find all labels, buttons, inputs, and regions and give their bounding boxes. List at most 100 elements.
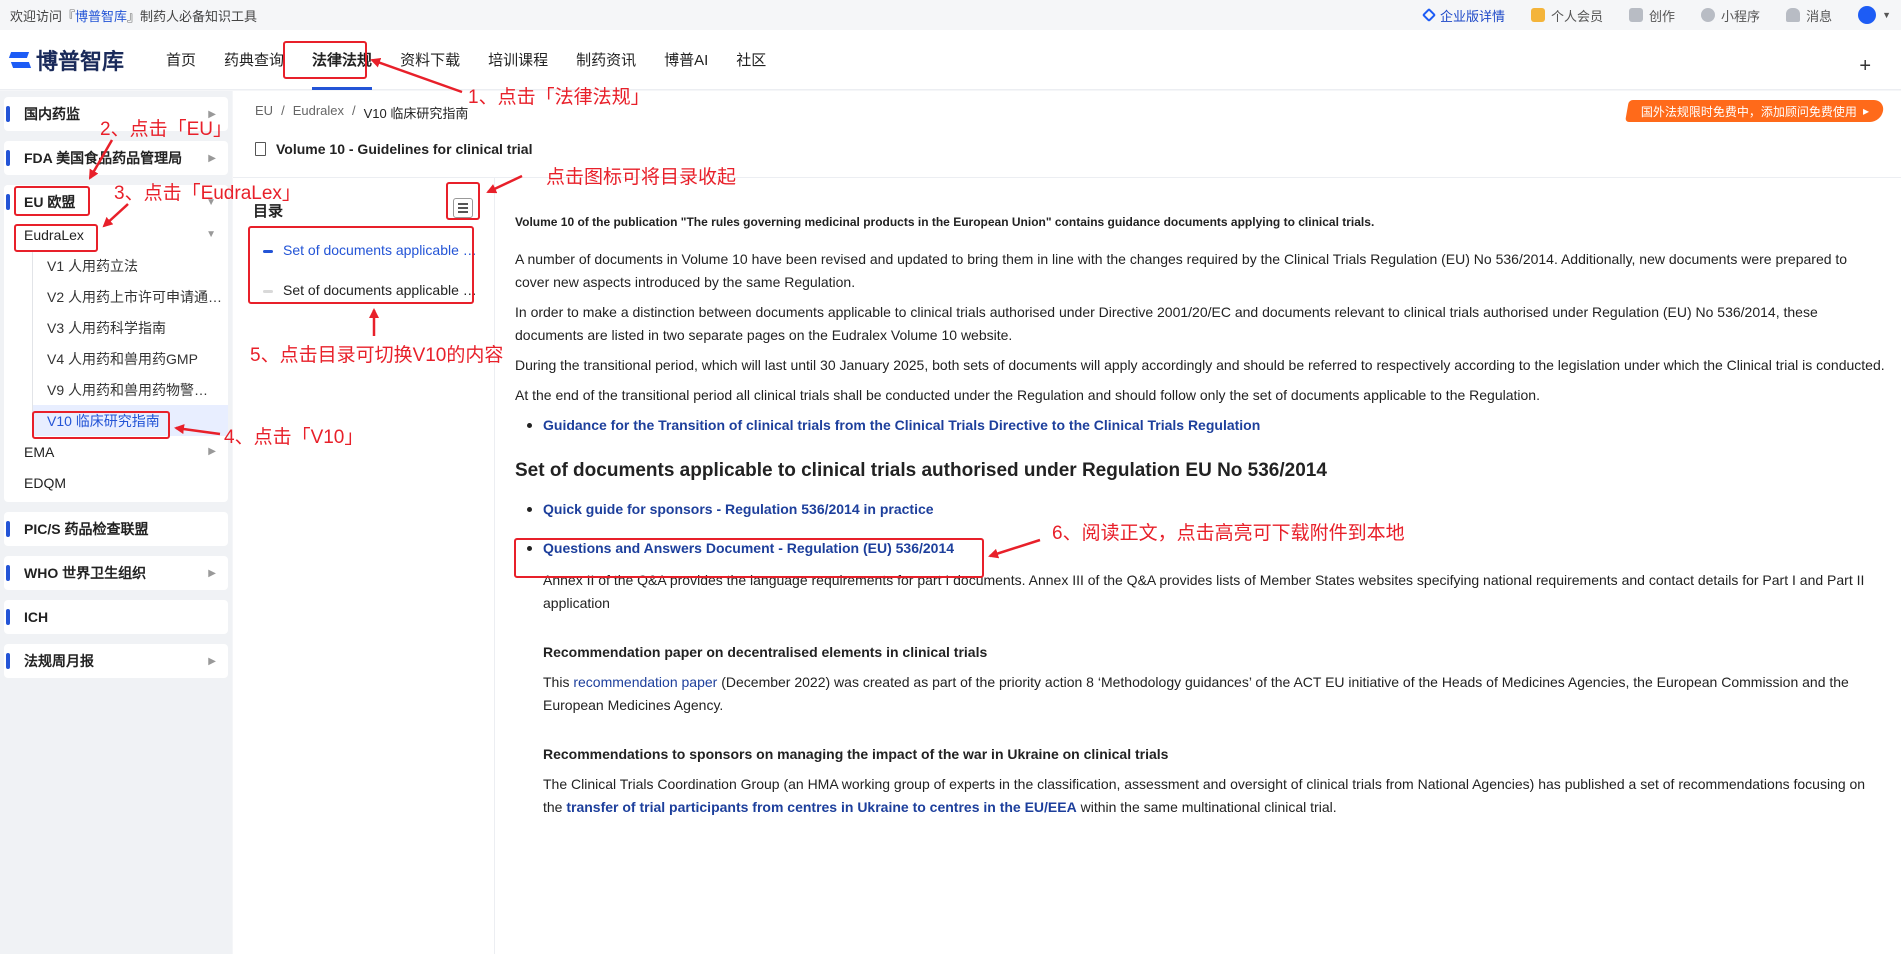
annotation-step4: 4、点击「V10」 — [224, 427, 364, 448]
article-paragraph: In order to make a distinction between d… — [515, 304, 1818, 343]
annotation-collapse-tip: 点击图标可将目录收起 — [546, 167, 737, 188]
sidebar-item-ema[interactable]: EMA ▶ — [4, 436, 228, 467]
annotation-box-collapse — [446, 182, 480, 220]
section-heading: Set of documents applicable to clinical … — [515, 460, 1327, 481]
edit-icon — [1629, 8, 1644, 22]
breadcrumb-sep: / — [281, 103, 285, 118]
sidebar: 国内药监 ▶ FDA 美国食品药品管理局 ▶ EU 欧盟 ▼ EudraLex ▼ V1… — [0, 91, 232, 954]
text: within the same multinational clinical t… — [1076, 799, 1337, 815]
annotation-step5: 5、点击目录可切换V10的内容 — [250, 345, 504, 366]
annotation-box-regulations — [283, 41, 367, 79]
sidebar-item-v4[interactable]: V4 人用药和兽用药GMP — [32, 343, 228, 374]
welcome-text: 欢迎访问『博普智库』制药人必备知识工具 — [10, 6, 257, 25]
breadcrumb-eudralex[interactable]: Eudralex — [293, 103, 344, 122]
messages-label: 消息 — [1806, 8, 1833, 24]
link-list: Guidance for the Transition of clinical … — [515, 414, 1885, 437]
diamond-icon — [1421, 7, 1437, 23]
sidebar-item-label: EDQM — [24, 474, 66, 491]
nav-news[interactable]: 制药资讯 — [562, 30, 650, 90]
top-bar: 欢迎访问『博普智库』制药人必备知识工具 企业版详情 个人会员 创作 小程序 消息… — [0, 0, 1901, 30]
nav-ai[interactable]: 博普AI — [650, 30, 722, 90]
caret-right-icon: ▸ — [1862, 104, 1869, 118]
breadcrumb-sep: / — [352, 103, 356, 118]
breadcrumb-current: V10 临床研究指南 — [363, 106, 469, 121]
sidebar-item-v1[interactable]: V1 人用药立法 — [32, 250, 228, 281]
promo-text: 国外法规限时免费中，添加顾问免费使用 — [1640, 104, 1857, 119]
sidebar-group-pics[interactable]: PIC/S 药品检查联盟 — [4, 512, 228, 546]
breadcrumb: EU / Eudralex / V10 临床研究指南 — [255, 103, 468, 122]
sidebar-item-v2[interactable]: V2 人用药上市许可申请通… — [32, 281, 228, 312]
chevron-right-icon: ▶ — [208, 446, 216, 457]
subheading-decentralised: Recommendation paper on decentralised el… — [543, 644, 988, 660]
annotation-step6: 6、阅读正文，点击高亮可下载附件到本地 — [1052, 523, 1405, 544]
create-label: 创作 — [1649, 8, 1676, 24]
annotation-step2: 2、点击「EU」 — [100, 119, 232, 140]
messages-link[interactable]: 消息 — [1786, 6, 1832, 25]
nav-community[interactable]: 社区 — [722, 30, 780, 90]
breadcrumb-eu[interactable]: EU — [255, 103, 273, 122]
text: This — [543, 674, 574, 690]
welcome-suffix: 』制药人必备知识工具 — [127, 8, 258, 24]
article-paragraph: A number of documents in Volume 10 have … — [515, 251, 1848, 290]
article-paragraph: At the end of the transitional period al… — [515, 387, 1540, 403]
member-link[interactable]: 个人会员 — [1531, 6, 1603, 25]
sidebar-group-label: WHO 世界卫生组织 — [24, 565, 147, 581]
sidebar-item-v3[interactable]: V3 人用药科学指南 — [32, 312, 228, 343]
create-link[interactable]: 创作 — [1629, 6, 1675, 25]
article-paragraph: The Clinical Trials Coordination Group (… — [515, 773, 1885, 819]
plus-icon[interactable]: + — [1859, 55, 1871, 78]
chevron-down-icon: ▼ — [1882, 10, 1891, 20]
logo-icon — [10, 50, 30, 70]
text: (December 2022) was created as part of t… — [543, 674, 1849, 713]
enterprise-label: 企业版详情 — [1440, 8, 1506, 24]
list-item: Guidance for the Transition of clinical … — [515, 414, 1885, 437]
subheading-ukraine: Recommendations to sponsors on managing … — [543, 746, 1169, 762]
annotation-box-v10 — [32, 411, 170, 439]
enterprise-link[interactable]: 企业版详情 — [1421, 6, 1506, 25]
miniapp-link[interactable]: 小程序 — [1701, 6, 1760, 25]
annotation-box-eudralex — [14, 224, 98, 252]
guidance-transition-link[interactable]: Guidance for the Transition of clinical … — [543, 417, 1260, 433]
file-icon — [255, 142, 266, 156]
chevron-right-icon: ▶ — [208, 152, 216, 164]
article-paragraph: During the transitional period, which wi… — [515, 357, 1885, 373]
annotation-box-eu — [14, 186, 90, 216]
sidebar-group-weekly[interactable]: 法规周月报 ▶ — [4, 644, 228, 678]
promo-banner[interactable]: 国外法规限时免费中，添加顾问免费使用 ▸ — [1625, 100, 1885, 122]
quick-guide-link[interactable]: Quick guide for sponsors - Regulation 53… — [543, 501, 934, 517]
sidebar-group-fda[interactable]: FDA 美国食品药品管理局 ▶ — [4, 141, 228, 175]
sidebar-group-who[interactable]: WHO 世界卫生组织 ▶ — [4, 556, 228, 590]
sidebar-item-v9[interactable]: V9 人用药和兽用药物警… — [32, 374, 228, 405]
user-avatar-menu[interactable]: ▼ — [1858, 6, 1891, 24]
sidebar-group-label: FDA 美国食品药品管理局 — [24, 150, 183, 166]
chevron-down-icon: ▼ — [206, 229, 216, 240]
transfer-participants-link[interactable]: transfer of trial participants from cent… — [566, 799, 1076, 815]
annotation-box-quick-guide — [514, 538, 984, 578]
article-lead: Volume 10 of the publication "The rules … — [515, 215, 1375, 229]
crown-icon — [1531, 8, 1546, 22]
nav-training[interactable]: 培训课程 — [474, 30, 562, 90]
brand-link[interactable]: 博普智库 — [75, 9, 127, 24]
logo-text: 博普智库 — [36, 48, 125, 74]
sidebar-item-label: EMA — [24, 443, 55, 460]
sidebar-group-label: PIC/S 药品检查联盟 — [24, 521, 149, 537]
sidebar-group-label: 国内药监 — [24, 106, 80, 122]
member-label: 个人会员 — [1551, 8, 1604, 24]
sidebar-group-label: 法规周月报 — [24, 653, 94, 669]
sidebar-item-edqm[interactable]: EDQM — [4, 467, 228, 498]
avatar — [1858, 6, 1877, 24]
miniapp-icon — [1701, 8, 1716, 22]
doc-title-text: Volume 10 - Guidelines for clinical tria… — [276, 141, 533, 157]
chevron-right-icon: ▶ — [208, 655, 216, 667]
welcome-prefix: 欢迎访问『 — [10, 8, 76, 24]
miniapp-label: 小程序 — [1721, 8, 1761, 24]
doc-title: Volume 10 - Guidelines for clinical tria… — [255, 141, 532, 157]
logo[interactable]: 博普智库 — [10, 44, 124, 76]
nav-home[interactable]: 首页 — [152, 30, 210, 90]
annotation-step1: 1、点击「法律法规」 — [468, 87, 650, 108]
nav-downloads[interactable]: 资料下载 — [386, 30, 474, 90]
sidebar-group-ich[interactable]: ICH — [4, 600, 228, 634]
sidebar-group-label: ICH — [24, 609, 49, 625]
annotation-step3: 3、点击「EudraLex」 — [114, 183, 301, 204]
recommendation-paper-link[interactable]: recommendation paper — [573, 674, 717, 690]
